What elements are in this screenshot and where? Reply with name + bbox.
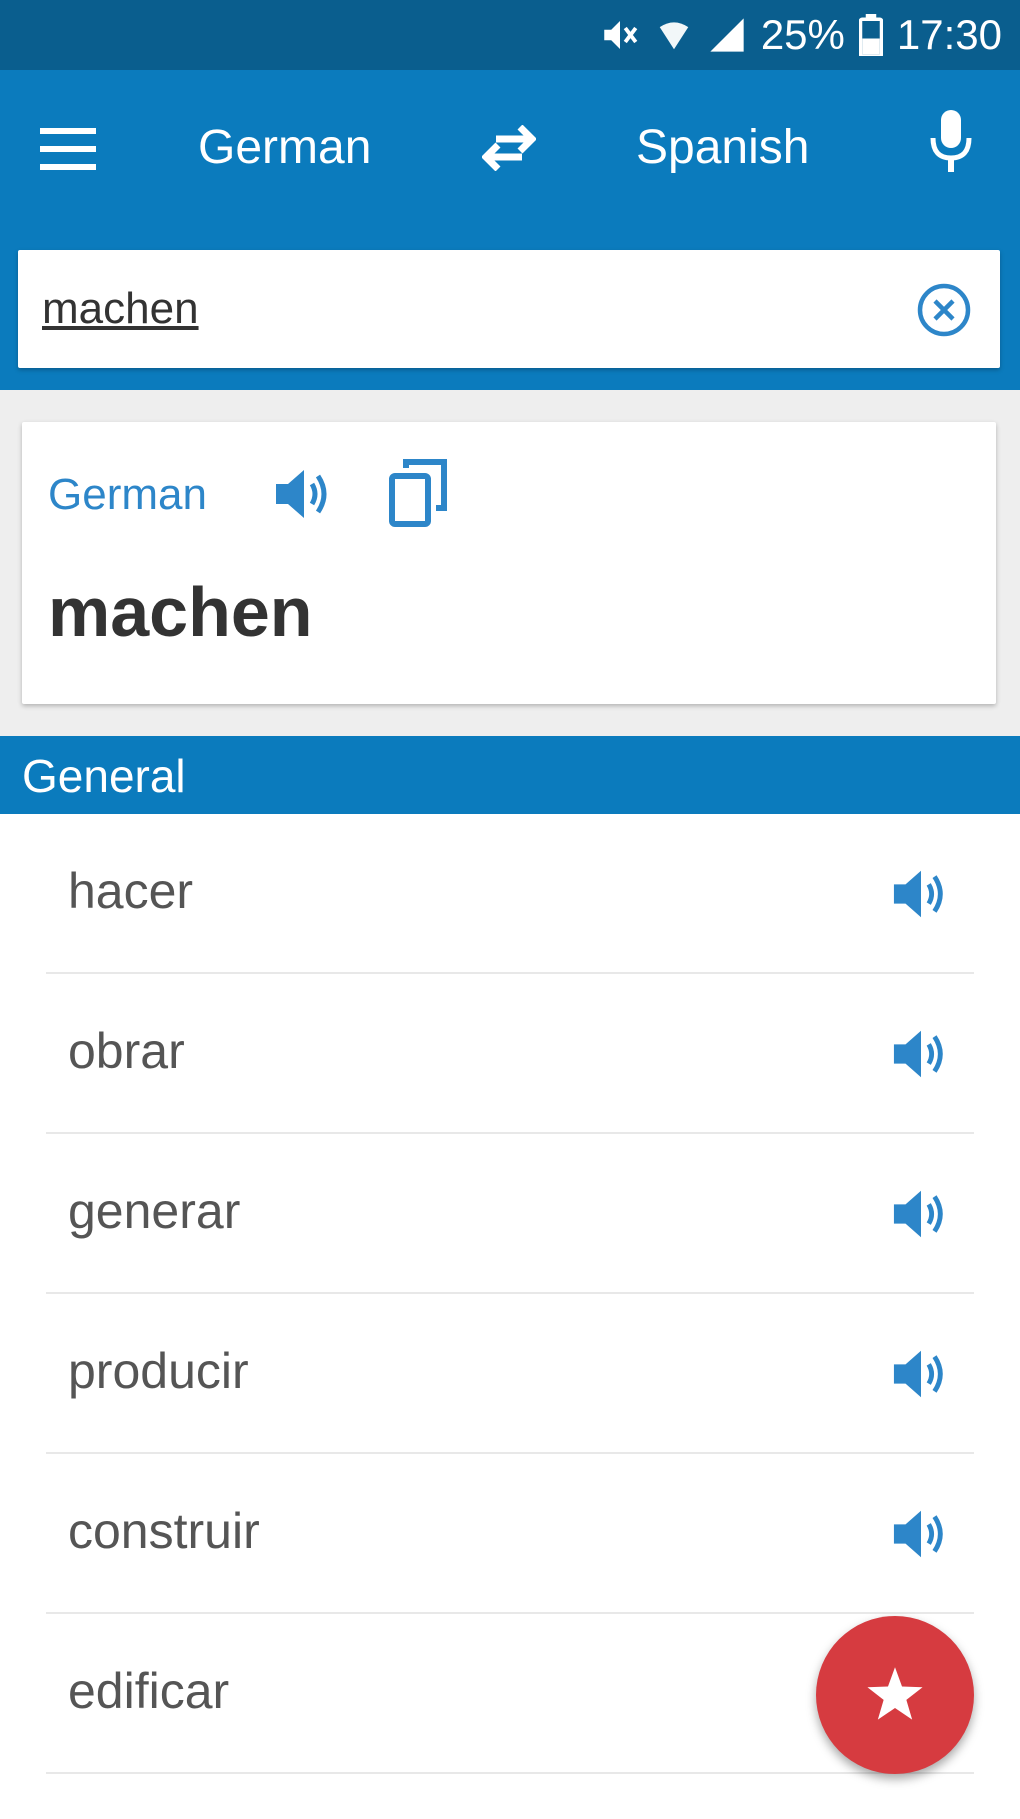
search-box: [18, 250, 1000, 368]
speaker-icon: [893, 1350, 943, 1398]
wifi-icon: [659, 22, 689, 50]
voice-input-button[interactable]: [928, 110, 974, 176]
section-header-general: General: [0, 736, 1020, 814]
pronounce-button[interactable]: [892, 1186, 950, 1242]
pronounce-button[interactable]: [892, 1346, 950, 1402]
translation-word: generar: [68, 1183, 241, 1239]
speaker-icon: [893, 1190, 943, 1238]
source-word-card: German machen: [22, 422, 996, 704]
list-item[interactable]: obrar: [46, 974, 974, 1134]
battery-percentage: 25%: [760, 11, 845, 58]
content-area: German machen: [0, 390, 1020, 736]
pronounce-button[interactable]: [892, 866, 950, 922]
card-language-label: German: [48, 470, 207, 519]
speaker-icon: [893, 1030, 943, 1078]
list-item[interactable]: hacer: [46, 814, 974, 974]
pronounce-button[interactable]: [892, 1026, 950, 1082]
menu-icon: [40, 128, 96, 170]
copy-icon: [389, 459, 447, 527]
speaker-icon: [893, 1510, 943, 1558]
signal-icon: [710, 18, 744, 52]
microphone-icon: [930, 110, 972, 172]
search-bar: [0, 250, 1020, 390]
translation-word: edificar: [68, 1663, 230, 1719]
clock: 17:30: [896, 11, 1002, 58]
translation-word: construir: [68, 1503, 260, 1559]
speaker-icon: [276, 470, 327, 518]
battery-icon: [858, 14, 883, 56]
swap-languages-button[interactable]: [481, 124, 537, 172]
star-icon: [867, 1667, 923, 1720]
mute-icon: [604, 21, 638, 49]
source-language-selector[interactable]: German: [198, 120, 371, 175]
list-item[interactable]: construir: [46, 1454, 974, 1614]
pronounce-source-button[interactable]: [274, 466, 334, 522]
search-input[interactable]: [42, 276, 882, 342]
list-item[interactable]: producir: [46, 1294, 974, 1454]
speaker-icon: [893, 870, 943, 918]
translation-word: producir: [68, 1343, 249, 1399]
status-bar: 25% 17:30: [0, 0, 1020, 70]
source-word: machen: [48, 573, 313, 651]
clear-icon: [917, 283, 971, 337]
swap-icon: [481, 124, 537, 172]
translation-word: obrar: [68, 1023, 185, 1079]
menu-button[interactable]: [40, 126, 96, 172]
favorite-fab-button[interactable]: [816, 1616, 974, 1774]
target-language-selector[interactable]: Spanish: [636, 120, 809, 175]
clear-search-button[interactable]: [916, 282, 972, 338]
pronounce-button[interactable]: [892, 1506, 950, 1562]
copy-word-button[interactable]: [388, 458, 450, 528]
translation-word: hacer: [68, 863, 194, 919]
app-toolbar: German Spanish: [0, 70, 1020, 250]
list-item[interactable]: generar: [46, 1134, 974, 1294]
